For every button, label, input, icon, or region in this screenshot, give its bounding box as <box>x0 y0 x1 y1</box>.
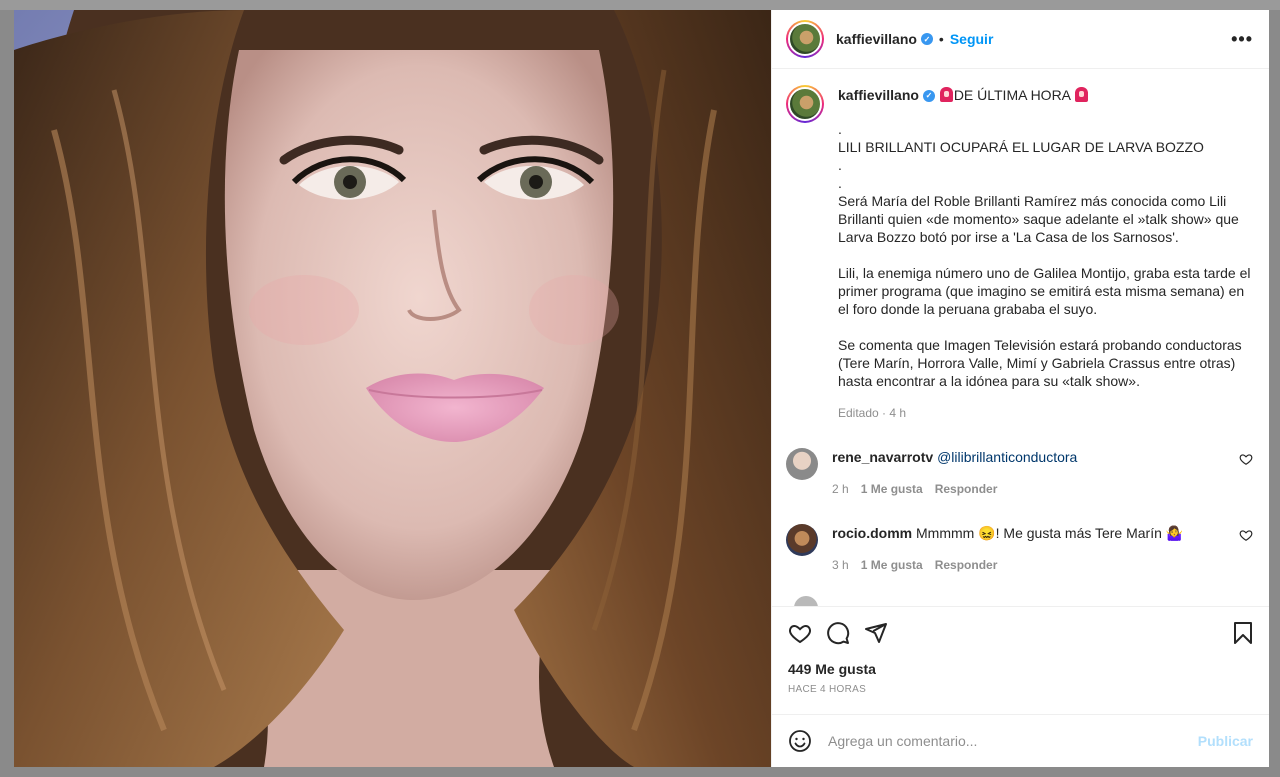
comment-input[interactable] <box>828 733 1182 749</box>
commenter-avatar[interactable] <box>786 448 818 480</box>
comment-like-heart-icon[interactable] <box>1239 528 1253 542</box>
comment-text: Mmmmm 😖! Me gusta más Tere Marín 🤷‍♀️ <box>916 525 1184 541</box>
post-header: kaffievillano ✓ • Seguir ••• <box>772 10 1269 69</box>
comment-like-heart-icon[interactable] <box>1239 452 1253 466</box>
comment-username[interactable]: rocio.domm <box>832 525 912 541</box>
header-separator: • <box>938 31 944 47</box>
caption-headline: DE ÚLTIMA HORA <box>953 87 1071 103</box>
comment-composer: Publicar <box>772 714 1269 767</box>
caption-paragraph: Se comenta que Imagen Televisión estará … <box>838 337 1242 389</box>
comment-time: 2 h <box>832 482 849 496</box>
verified-badge-icon: ✓ <box>922 90 935 103</box>
reply-button[interactable]: Responder <box>935 480 998 498</box>
next-comment-avatar <box>794 596 818 606</box>
more-options-icon[interactable]: ••• <box>1231 29 1253 50</box>
comment-likes[interactable]: 1 Me gusta <box>861 556 923 574</box>
caption-avatar[interactable] <box>786 85 824 123</box>
post-side-panel: kaffievillano ✓ • Seguir ••• kaffievilla… <box>771 10 1269 767</box>
caption-edited-time: Editado · 4 h <box>838 406 907 420</box>
siren-emoji-icon <box>939 87 953 102</box>
caption-username[interactable]: kaffievillano <box>838 87 919 103</box>
verified-badge-icon: ✓ <box>920 33 933 45</box>
author-username[interactable]: kaffievillano <box>836 31 917 47</box>
caption-paragraph: Lili, la enemiga número uno de Galilea M… <box>838 265 1251 317</box>
follow-button[interactable]: Seguir <box>950 31 994 47</box>
post-modal: kaffievillano ✓ • Seguir ••• kaffievilla… <box>14 10 1269 767</box>
paper-plane-icon[interactable] <box>864 621 888 645</box>
like-count[interactable]: 449 Me gusta <box>772 658 1269 680</box>
comment-item: rene_navarrotv @lilibrillanticonductora … <box>786 448 1253 498</box>
post-actions-bar <box>772 606 1269 658</box>
smiley-icon[interactable] <box>788 729 812 753</box>
bookmark-icon[interactable] <box>1231 621 1255 645</box>
post-photo[interactable] <box>14 10 771 767</box>
page-backdrop <box>0 0 1280 10</box>
commenter-avatar[interactable] <box>786 524 818 556</box>
comment-likes[interactable]: 1 Me gusta <box>861 480 923 498</box>
portrait-image <box>14 10 771 767</box>
caption: kaffievillano ✓ DE ÚLTIMA HORA . LILI BRI… <box>786 85 1253 422</box>
post-timestamp: HACE 4 HORAS <box>788 684 867 695</box>
comment-time: 3 h <box>832 558 849 572</box>
caption-paragraph: Será María del Roble Brillanti Ramírez m… <box>838 193 1239 245</box>
reply-button[interactable]: Responder <box>935 556 998 574</box>
comment-icon[interactable] <box>826 621 850 645</box>
heart-icon[interactable] <box>788 621 812 645</box>
publish-button[interactable]: Publicar <box>1198 733 1253 749</box>
comments-scroll-area[interactable]: kaffievillano ✓ DE ÚLTIMA HORA . LILI BRI… <box>772 69 1269 606</box>
comment-username[interactable]: rene_navarrotv <box>832 449 933 465</box>
siren-emoji-icon <box>1075 87 1089 102</box>
caption-paragraph: . LILI BRILLANTI OCUPARÁ EL LUGAR DE LAR… <box>838 121 1204 191</box>
author-avatar[interactable] <box>786 20 824 58</box>
comment-mention-link[interactable]: @lilibrillanticonductora <box>937 449 1077 465</box>
comment-item: rocio.domm Mmmmm 😖! Me gusta más Tere Ma… <box>786 524 1253 574</box>
